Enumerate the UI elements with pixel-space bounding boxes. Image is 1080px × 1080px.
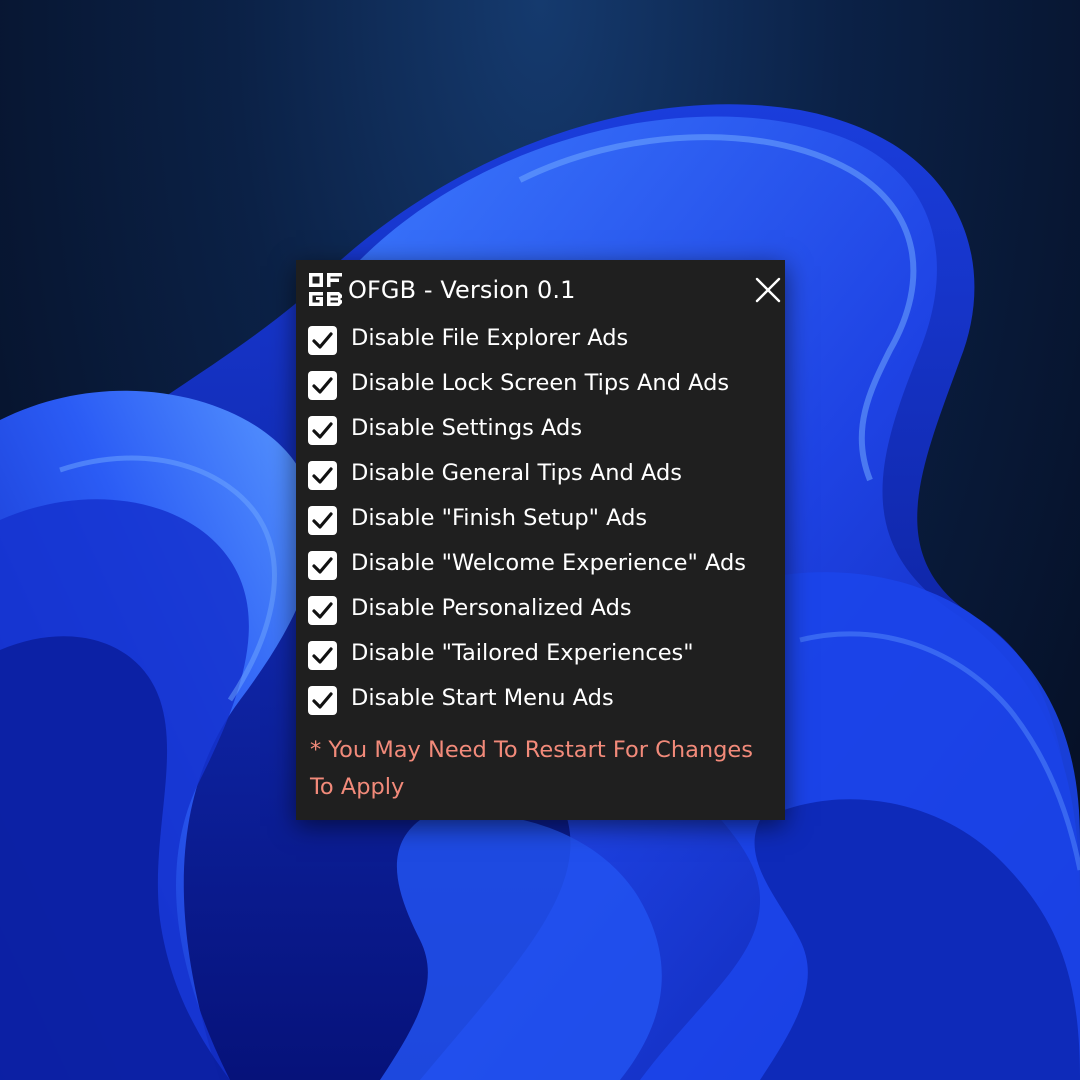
checkmark-icon [312,692,333,709]
option-label: Disable "Tailored Experiences" [351,640,694,666]
checkmark-icon [312,377,333,394]
ofgb-logo-icon [309,273,342,306]
title-bar: OFGB - Version 0.1 [296,260,785,322]
option-disable-finish-setup-ads[interactable]: Disable "Finish Setup" Ads [296,502,785,547]
restart-note: * You May Need To Restart For Changes To… [310,737,753,800]
options-list: Disable File Explorer Ads Disable Lock S… [296,322,785,727]
checkbox[interactable] [308,461,337,490]
checkmark-icon [312,332,333,349]
checkmark-icon [312,557,333,574]
option-label: Disable Start Menu Ads [351,685,614,711]
checkmark-icon [312,512,333,529]
ofgb-window: OFGB - Version 0.1 Disable File Explorer… [296,260,785,820]
checkmark-icon [312,602,333,619]
option-disable-lock-screen-tips-and-ads[interactable]: Disable Lock Screen Tips And Ads [296,367,785,412]
checkmark-icon [312,422,333,439]
option-disable-settings-ads[interactable]: Disable Settings Ads [296,412,785,457]
checkbox[interactable] [308,326,337,355]
option-label: Disable "Finish Setup" Ads [351,505,648,531]
option-label: Disable File Explorer Ads [351,325,629,351]
checkbox[interactable] [308,686,337,715]
option-label: Disable Settings Ads [351,415,583,441]
checkbox[interactable] [308,416,337,445]
option-disable-tailored-experiences[interactable]: Disable "Tailored Experiences" [296,637,785,682]
checkbox[interactable] [308,596,337,625]
option-disable-file-explorer-ads[interactable]: Disable File Explorer Ads [296,322,785,367]
checkmark-icon [312,467,333,484]
close-button[interactable] [752,274,784,306]
checkbox[interactable] [308,506,337,535]
checkmark-icon [312,647,333,664]
option-disable-personalized-ads[interactable]: Disable Personalized Ads [296,592,785,637]
option-disable-general-tips-and-ads[interactable]: Disable General Tips And Ads [296,457,785,502]
option-disable-welcome-experience-ads[interactable]: Disable "Welcome Experience" Ads [296,547,785,592]
close-icon [755,277,781,303]
option-label: Disable "Welcome Experience" Ads [351,550,747,576]
option-disable-start-menu-ads[interactable]: Disable Start Menu Ads [296,682,785,727]
option-label: Disable General Tips And Ads [351,460,682,486]
window-title: OFGB - Version 0.1 [348,276,576,304]
checkbox[interactable] [308,641,337,670]
option-label: Disable Personalized Ads [351,595,632,621]
checkbox[interactable] [308,551,337,580]
checkbox[interactable] [308,371,337,400]
option-label: Disable Lock Screen Tips And Ads [351,370,730,396]
